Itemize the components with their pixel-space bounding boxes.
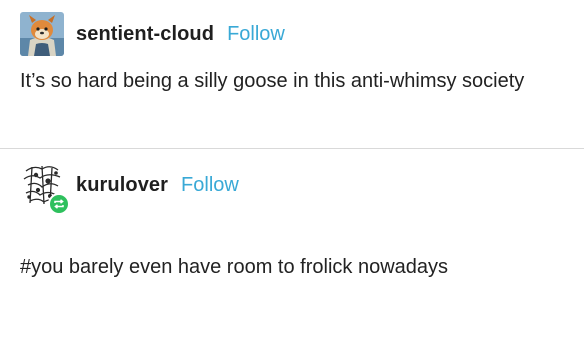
follow-button[interactable]: Follow	[227, 23, 285, 46]
post-reblog: kurulover Follow #you barely even have r…	[0, 149, 584, 345]
post-text: #you barely even have room to frolick no…	[20, 256, 449, 278]
reblog-icon	[54, 199, 64, 209]
follow-button[interactable]: Follow	[181, 174, 239, 197]
goose-character-avatar-icon	[20, 12, 64, 56]
post-header: kurulover Follow	[20, 163, 239, 215]
avatar-kurulover[interactable]	[20, 163, 70, 215]
post-text: It’s so hard being a silly goose in this…	[20, 70, 525, 92]
post-original: sentient-cloud Follow It’s so hard being…	[0, 0, 584, 148]
reblog-badge	[48, 193, 70, 215]
post-header: sentient-cloud Follow	[20, 12, 285, 56]
avatar-sentient-cloud[interactable]	[20, 12, 64, 56]
username[interactable]: sentient-cloud	[76, 23, 214, 46]
username[interactable]: kurulover	[76, 174, 168, 197]
